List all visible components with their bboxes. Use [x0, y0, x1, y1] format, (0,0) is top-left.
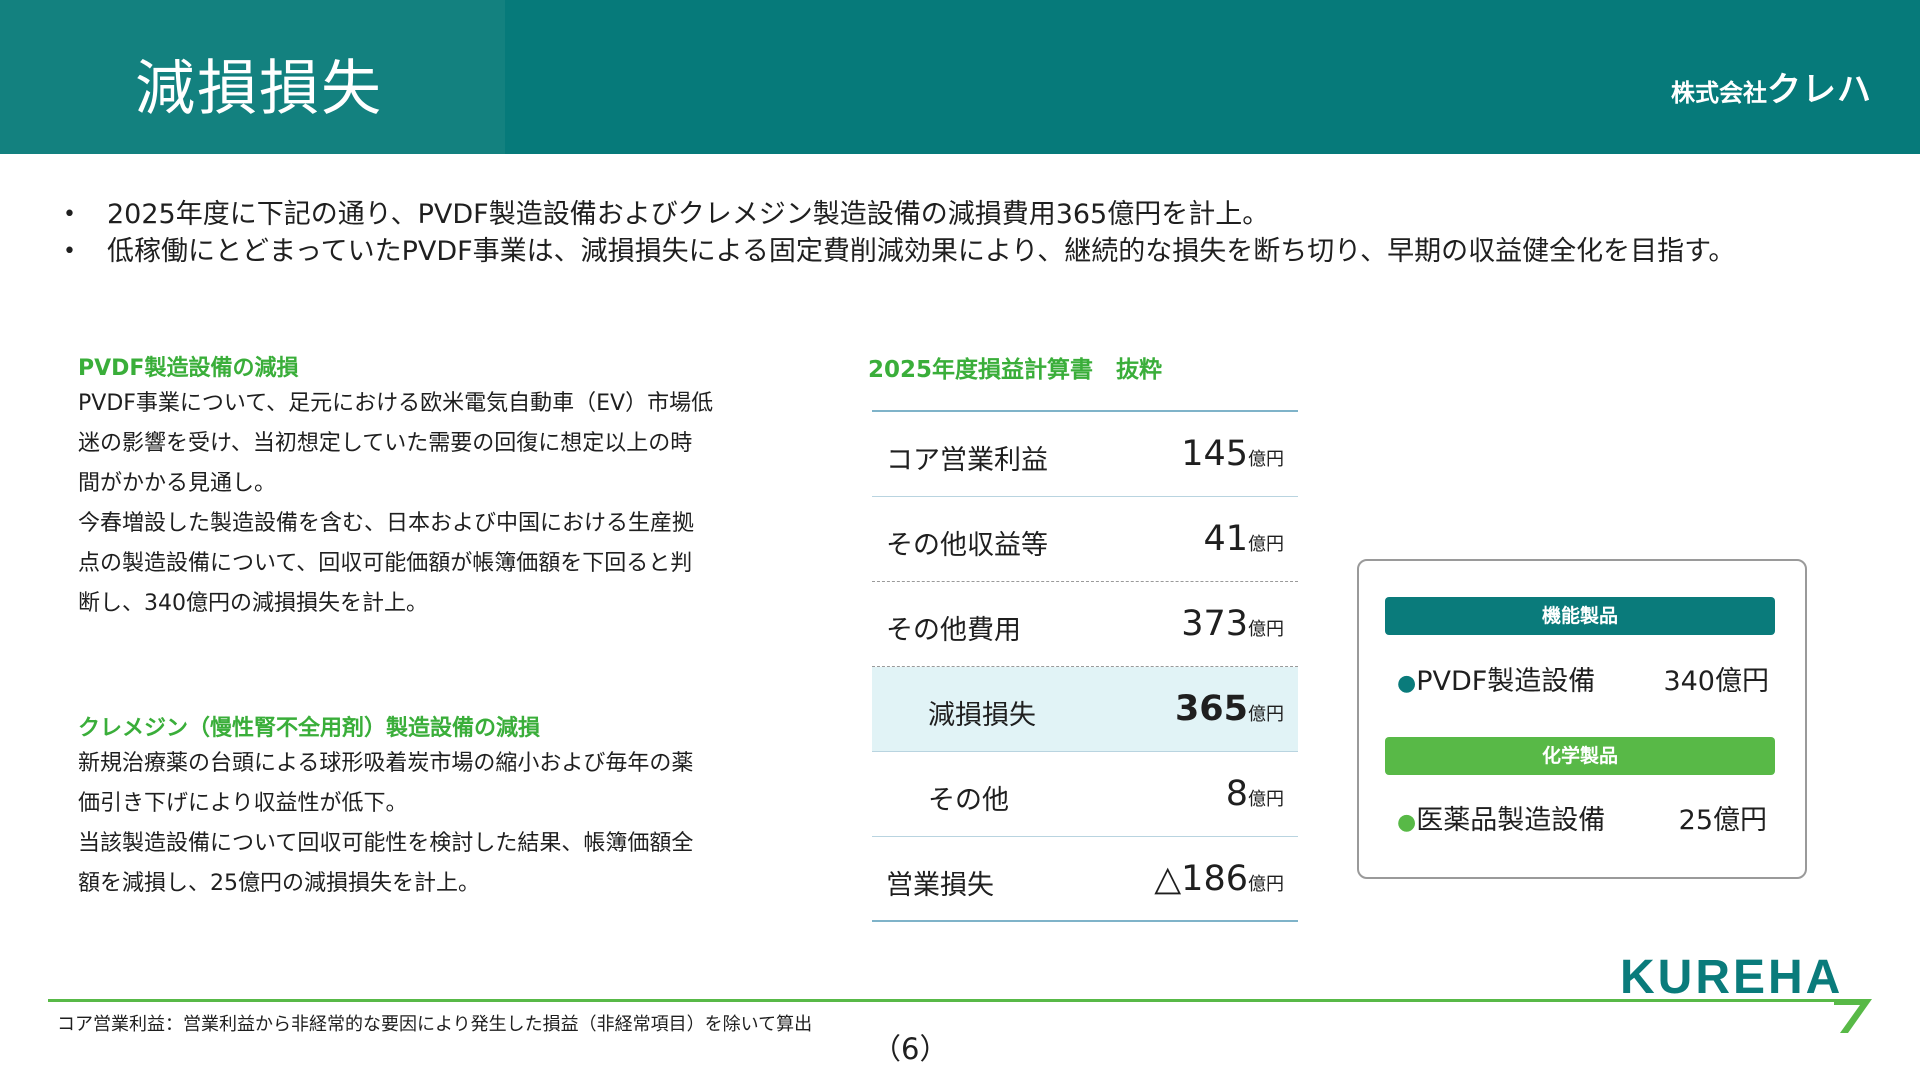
body-line: 当該製造設備について回収可能性を検討した結果、帳簿価額全: [78, 831, 694, 856]
company-prefix: 株式会社: [1671, 79, 1767, 107]
body-line: 間がかかる見通し。: [78, 471, 277, 496]
pvdf-section-title: PVDF製造設備の減損: [78, 356, 299, 381]
breakdown-item: ●PVDF製造設備: [1397, 659, 1595, 698]
item-name: PVDF製造設備: [1416, 666, 1596, 697]
bullet-dot-icon: ●: [1397, 671, 1417, 696]
summary-bullet: 低稼働にとどまっていたPVDF事業は、減損損失による固定費削減効果により、継続的…: [60, 233, 1735, 270]
item-amount: 340億円: [1663, 666, 1769, 697]
row-label: その他収益等: [886, 530, 1048, 561]
value-unit: 億円: [1248, 789, 1284, 810]
value-number: 365: [1174, 689, 1248, 729]
kremezin-section-title: クレメジン（慢性腎不全用剤）製造設備の減損: [78, 716, 541, 741]
table-row-highlighted: 減損損失 365億円: [872, 667, 1298, 752]
body-line: 迷の影響を受け、当初想定していた需要の回復に想定以上の時: [78, 431, 693, 456]
kureha-logo: KUREHA: [1620, 951, 1844, 1004]
logo-slash-icon: [1834, 999, 1872, 1033]
summary-bullet: 2025年度に下記の通り、PVDF製造設備およびクレメジン製造設備の減損費用36…: [60, 196, 1735, 233]
value-number: 8: [1225, 774, 1248, 814]
row-label: 営業損失: [886, 870, 994, 901]
value-unit: 億円: [1248, 874, 1284, 895]
table-row: 営業損失 △186億円: [872, 837, 1298, 922]
row-value: △186億円: [1154, 859, 1284, 899]
row-value: 145億円: [1181, 434, 1284, 474]
table-row: その他収益等 41億円: [872, 497, 1298, 582]
row-value: 365億円: [1175, 689, 1284, 729]
item-name: 医薬品製造設備: [1416, 805, 1606, 836]
income-statement-table: コア営業利益 145億円 その他収益等 41億円 その他費用 373億円 減損損…: [872, 410, 1298, 922]
body-line: 新規治療薬の台頭による球形吸着炭市場の縮小および毎年の薬: [78, 751, 694, 776]
row-label: 減損損失: [928, 700, 1036, 731]
header-bar: 減損損失 株式会社クレハ: [0, 0, 1920, 154]
segment-label-functional: 機能製品: [1385, 597, 1775, 635]
value-unit: 億円: [1248, 449, 1284, 470]
row-value: 373億円: [1181, 604, 1284, 644]
breakdown-item: ●医薬品製造設備: [1397, 798, 1605, 837]
income-statement-title: 2025年度損益計算書 抜粋: [868, 357, 1163, 383]
item-amount: 25億円: [1678, 805, 1767, 836]
value-number: 41: [1203, 519, 1248, 559]
company-name: 株式会社クレハ: [1671, 62, 1872, 111]
value-unit: 億円: [1248, 534, 1284, 555]
row-label: その他費用: [886, 615, 1021, 646]
value-number: 145: [1181, 434, 1248, 474]
body-line: 価引き下げにより収益性が低下。: [78, 791, 408, 816]
row-label: コア営業利益: [886, 445, 1048, 476]
value-number: △186: [1154, 859, 1248, 899]
body-line: 点の製造設備について、回収可能価額が帳簿価額を下回ると判: [78, 551, 693, 576]
pvdf-section-body: PVDF事業について、足元における欧米電気自動車（EV）市場低 迷の影響を受け、…: [78, 384, 778, 624]
body-line: 今春増設した製造設備を含む、日本および中国における生産拠: [78, 511, 695, 536]
kremezin-section-body: 新規治療薬の台頭による球形吸着炭市場の縮小および毎年の薬 価引き下げにより収益性…: [78, 744, 778, 904]
table-row: その他 8億円: [872, 752, 1298, 837]
footnote: コア営業利益：営業利益から非経常的な要因により発生した損益（非経常項目）を除いて…: [57, 1014, 813, 1035]
table-row: コア営業利益 145億円: [872, 412, 1298, 497]
value-number: 373: [1181, 604, 1248, 644]
segment-label-chemical: 化学製品: [1385, 737, 1775, 775]
page-title: 減損損失: [135, 54, 383, 124]
value-unit: 億円: [1248, 619, 1284, 640]
table-row: その他費用 373億円: [872, 582, 1298, 667]
impairment-breakdown-box: 機能製品 ●PVDF製造設備 340億円 化学製品 ●医薬品製造設備 25億円: [1357, 559, 1807, 879]
bullet-dot-icon: ●: [1397, 810, 1417, 835]
footer-divider: [48, 999, 1868, 1002]
body-line: 額を減損し、25億円の減損損失を計上。: [78, 871, 480, 896]
company-brand: クレハ: [1767, 70, 1872, 110]
body-line: PVDF事業について、足元における欧米電気自動車（EV）市場低: [78, 391, 714, 416]
row-value: 41億円: [1203, 519, 1284, 559]
value-unit: 億円: [1248, 704, 1284, 725]
row-label: その他: [928, 785, 1009, 816]
row-value: 8億円: [1226, 774, 1284, 814]
summary-bullets: 2025年度に下記の通り、PVDF製造設備およびクレメジン製造設備の減損費用36…: [60, 196, 1735, 270]
body-line: 断し、340億円の減損損失を計上。: [78, 591, 428, 616]
page-number: （6）: [872, 1032, 949, 1066]
